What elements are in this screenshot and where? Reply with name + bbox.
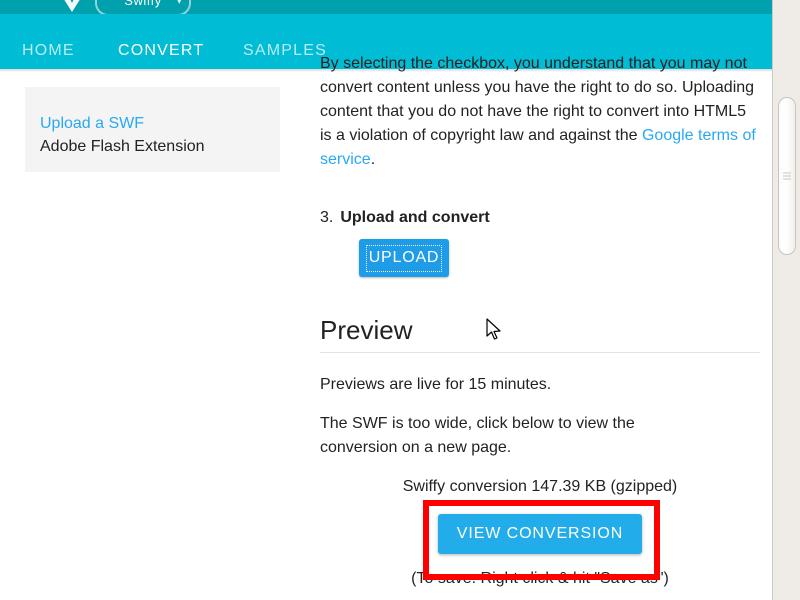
view-conversion-button[interactable]: VIEW CONVERSION [437, 514, 643, 554]
scrollbar-grip-icon [783, 172, 791, 180]
preview-live-notice: Previews are live for 15 minutes. [320, 376, 552, 393]
step-label: Upload and convert [340, 209, 490, 226]
main-content: By selecting the checkbox, you understan… [320, 52, 760, 172]
copyright-notice-paragraph: By selecting the checkbox, you understan… [320, 52, 760, 172]
brand-name-label: Swiffy [124, 0, 162, 8]
save-hint-label: (To save: Right click & hit "Save as") [411, 570, 669, 587]
copyright-notice-period: . [370, 151, 376, 168]
view-conversion-button-wrapper: VIEW CONVERSION [320, 514, 760, 554]
scrollbar-thumb[interactable] [778, 97, 796, 255]
nav-item-convert[interactable]: CONVERT [118, 42, 204, 60]
upload-button-label: UPLOAD [366, 244, 442, 272]
swiffy-logo-icon[interactable] [52, 0, 92, 14]
sidebar-item-adobe-flash-extension: Adobe Flash Extension [40, 138, 205, 155]
scrollbar-track[interactable] [776, 0, 798, 600]
upload-button[interactable]: UPLOAD [359, 239, 449, 277]
arrow-pointer-icon [486, 318, 502, 342]
chevron-down-icon: ▾ [176, 0, 182, 6]
sidebar-panel: Upload a SWF Adobe Flash Extension [25, 87, 280, 172]
preview-too-wide-notice: The SWF is too wide, click below to view… [320, 415, 635, 456]
vertical-scrollbar[interactable] [772, 0, 800, 600]
page-root: Swiffy ▾ HOME CONVERT SAMPLES Upload a S… [0, 0, 800, 600]
brand-name-pill[interactable]: Swiffy ▾ [95, 0, 191, 14]
preview-divider [320, 352, 760, 353]
step-number: 3. [320, 209, 334, 226]
nav-item-home[interactable]: HOME [22, 42, 75, 60]
brand-strip: Swiffy ▾ [0, 0, 772, 14]
step-upload-and-convert: 3. Upload and convert [320, 209, 490, 227]
nav-item-samples[interactable]: SAMPLES [243, 42, 327, 60]
sidebar-item-upload-a-swf[interactable]: Upload a SWF [40, 115, 144, 133]
preview-heading: Preview [320, 315, 413, 345]
conversion-size-label: Swiffy conversion 147.39 KB (gzipped) [402, 478, 678, 495]
